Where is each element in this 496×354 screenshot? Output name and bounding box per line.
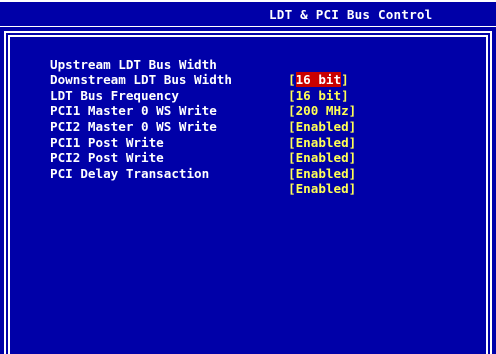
setting-value[interactable]: Enabled bbox=[296, 181, 349, 196]
bracket-close: ] bbox=[348, 118, 357, 134]
settings-panel: Upstream LDT Bus Width [16 bit] Downstre… bbox=[0, 27, 496, 354]
setting-pci-delay-transaction[interactable]: PCI Delay Transaction [Enabled] bbox=[50, 150, 356, 197]
setting-value-field[interactable]: [Enabled] bbox=[288, 135, 356, 151]
bracket-open: [ bbox=[288, 165, 296, 181]
setting-value[interactable]: 16 bit bbox=[296, 88, 342, 103]
bracket-close: ] bbox=[341, 72, 349, 88]
settings-list: Upstream LDT Bus Width [16 bit] Downstre… bbox=[50, 41, 356, 197]
setting-value-field[interactable]: [Enabled] bbox=[288, 150, 356, 166]
setting-value[interactable]: Enabled bbox=[296, 135, 349, 150]
setting-pci2-post-write[interactable]: PCI2 Post Write [Enabled] bbox=[50, 135, 356, 181]
setting-value-field[interactable]: [Enabled] bbox=[288, 181, 356, 197]
setting-label: PCI Delay Transaction bbox=[50, 165, 210, 181]
setting-downstream-ldt-bus-width[interactable]: Downstream LDT Bus Width [16 bit] bbox=[50, 57, 349, 103]
title-bar: LDT & PCI Bus Control bbox=[0, 2, 496, 26]
setting-value-field[interactable]: [16 bit] bbox=[288, 88, 349, 104]
bracket-close: ] bbox=[341, 87, 349, 103]
bracket-close: ] bbox=[348, 181, 357, 197]
bracket-close: ] bbox=[348, 134, 357, 150]
setting-ldt-bus-frequency[interactable]: LDT Bus Frequency [200 MHz] bbox=[50, 72, 356, 119]
bracket-close: ] bbox=[348, 103, 357, 119]
setting-pci1-master-0ws-write[interactable]: PCI1 Master 0 WS Write [Enabled] bbox=[50, 88, 356, 134]
setting-value-field[interactable]: [Enabled] bbox=[288, 119, 356, 135]
setting-upstream-ldt-bus-width[interactable]: Upstream LDT Bus Width [16 bit] bbox=[50, 41, 349, 88]
setting-value-field[interactable]: [16 bit] bbox=[288, 72, 349, 88]
bracket-open: [ bbox=[288, 118, 296, 134]
setting-value-field[interactable]: [200 MHz] bbox=[288, 103, 356, 119]
bracket-open: [ bbox=[288, 103, 296, 119]
bracket-open: [ bbox=[288, 72, 296, 88]
bracket-open: [ bbox=[288, 87, 296, 103]
setting-pci2-master-0ws-write[interactable]: PCI2 Master 0 WS Write [Enabled] bbox=[50, 103, 356, 150]
setting-value-field[interactable]: [Enabled] bbox=[288, 166, 356, 182]
bracket-close: ] bbox=[348, 165, 357, 181]
setting-value[interactable]: 200 MHz bbox=[296, 103, 349, 118]
setting-pci1-post-write[interactable]: PCI1 Post Write [Enabled] bbox=[50, 119, 356, 166]
bracket-close: ] bbox=[348, 150, 357, 166]
bracket-open: [ bbox=[288, 134, 296, 150]
setting-value[interactable]: Enabled bbox=[296, 150, 349, 165]
bios-screen: LDT & PCI Bus Control Upstream LDT Bus W… bbox=[0, 0, 496, 354]
page-title: LDT & PCI Bus Control bbox=[269, 7, 433, 22]
setting-value[interactable]: Enabled bbox=[296, 166, 349, 181]
bracket-open: [ bbox=[288, 181, 296, 197]
setting-value[interactable]: 16 bit bbox=[295, 72, 342, 88]
bracket-open: [ bbox=[288, 150, 296, 166]
setting-value[interactable]: Enabled bbox=[296, 119, 349, 134]
